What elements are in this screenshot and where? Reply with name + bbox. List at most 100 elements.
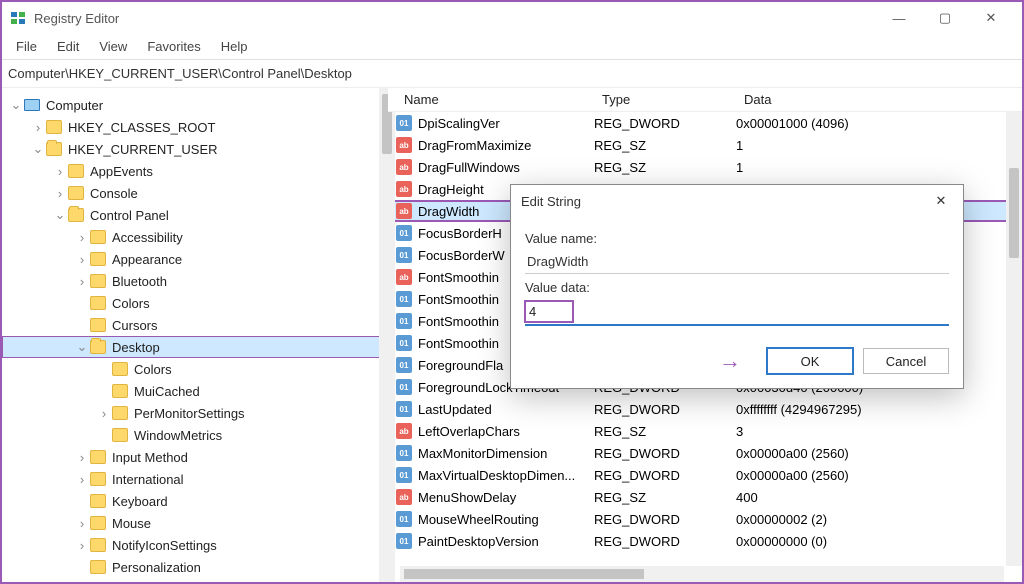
value-data-label: Value data: bbox=[525, 280, 949, 295]
tree-label: Desktop bbox=[112, 340, 160, 355]
titlebar: Registry Editor — ▢ ✕ bbox=[2, 2, 1022, 34]
value-row[interactable]: 01DpiScalingVerREG_DWORD0x00001000 (4096… bbox=[388, 112, 1022, 134]
minimize-button[interactable]: — bbox=[876, 2, 922, 34]
string-value-icon: ab bbox=[396, 181, 412, 197]
value-row[interactable]: abLeftOverlapCharsREG_SZ3 bbox=[388, 420, 1022, 442]
menu-view[interactable]: View bbox=[89, 35, 137, 58]
tree-label: WindowMetrics bbox=[134, 428, 222, 443]
value-row[interactable]: 01MaxVirtualDesktopDimen...REG_DWORD0x00… bbox=[388, 464, 1022, 486]
value-name: DragFullWindows bbox=[418, 160, 594, 175]
tree-item[interactable]: Colors bbox=[2, 292, 382, 314]
tree-item[interactable]: ›Bluetooth bbox=[2, 270, 382, 292]
value-name-field[interactable] bbox=[525, 250, 949, 274]
value-row[interactable]: abDragFromMaximizeREG_SZ1 bbox=[388, 134, 1022, 156]
value-type: REG_SZ bbox=[594, 160, 736, 175]
value-row[interactable]: abMenuShowDelayREG_SZ400 bbox=[388, 486, 1022, 508]
close-button[interactable]: ✕ bbox=[968, 2, 1014, 34]
tree-item[interactable]: Keyboard bbox=[2, 490, 382, 512]
tree-item[interactable]: ›International bbox=[2, 468, 382, 490]
dialog-title: Edit String bbox=[521, 194, 581, 209]
chevron-down-icon[interactable]: ⌄ bbox=[52, 207, 68, 223]
value-name: MouseWheelRouting bbox=[418, 512, 594, 527]
string-value-icon: ab bbox=[396, 269, 412, 285]
value-data: 400 bbox=[736, 490, 1022, 505]
folder-icon bbox=[68, 208, 84, 222]
tree-item[interactable]: ›Mouse bbox=[2, 512, 382, 534]
menu-help[interactable]: Help bbox=[211, 35, 258, 58]
tree-item[interactable]: ›NotifyIconSettings bbox=[2, 534, 382, 556]
chevron-down-icon[interactable]: ⌄ bbox=[74, 339, 90, 355]
cancel-button[interactable]: Cancel bbox=[863, 348, 949, 374]
chevron-right-icon[interactable]: › bbox=[74, 449, 90, 465]
computer-icon bbox=[24, 99, 40, 111]
string-value-icon: ab bbox=[396, 159, 412, 175]
value-type: REG_DWORD bbox=[594, 534, 736, 549]
values-h-scrollbar[interactable] bbox=[400, 566, 1004, 582]
tree-item[interactable]: Personalization bbox=[2, 556, 382, 578]
tree-item[interactable]: ›HKEY_CLASSES_ROOT bbox=[2, 116, 382, 138]
tree-item[interactable]: ›AppEvents bbox=[2, 160, 382, 182]
chevron-right-icon[interactable]: › bbox=[74, 515, 90, 531]
value-row[interactable]: 01LastUpdatedREG_DWORD0xffffffff (429496… bbox=[388, 398, 1022, 420]
folder-icon bbox=[90, 318, 106, 332]
tree-item[interactable]: MuiCached bbox=[2, 380, 382, 402]
dialog-close-icon[interactable]: ✕ bbox=[929, 189, 953, 213]
tree-item[interactable]: ›Appearance bbox=[2, 248, 382, 270]
menu-file[interactable]: File bbox=[6, 35, 47, 58]
value-name: DragFromMaximize bbox=[418, 138, 594, 153]
value-row[interactable]: ab DragFullWindowsREG_SZ1 bbox=[388, 156, 1022, 178]
value-data-field[interactable] bbox=[525, 301, 573, 322]
folder-icon bbox=[68, 186, 84, 200]
tree-item[interactable]: ›Accessibility bbox=[2, 226, 382, 248]
value-row[interactable]: 01MaxMonitorDimensionREG_DWORD0x00000a00… bbox=[388, 442, 1022, 464]
tree-item[interactable]: ⌄ Desktop bbox=[2, 336, 382, 358]
col-data[interactable]: Data bbox=[736, 89, 1022, 110]
folder-icon bbox=[90, 494, 106, 508]
chevron-down-icon[interactable]: ⌄ bbox=[8, 97, 24, 113]
chevron-down-icon[interactable]: ⌄ bbox=[30, 141, 46, 157]
binary-value-icon: 01 bbox=[396, 357, 412, 373]
col-name[interactable]: Name bbox=[396, 89, 594, 110]
value-type: REG_SZ bbox=[594, 424, 736, 439]
folder-icon bbox=[90, 340, 106, 354]
folder-icon bbox=[90, 274, 106, 288]
tree-label: Colors bbox=[134, 362, 172, 377]
tree-item[interactable]: WindowMetrics bbox=[2, 424, 382, 446]
chevron-right-icon[interactable]: › bbox=[74, 471, 90, 487]
chevron-right-icon[interactable]: › bbox=[52, 185, 68, 201]
binary-value-icon: 01 bbox=[396, 291, 412, 307]
chevron-right-icon[interactable]: › bbox=[74, 229, 90, 245]
chevron-right-icon[interactable]: › bbox=[52, 163, 68, 179]
binary-value-icon: 01 bbox=[396, 379, 412, 395]
tree-item[interactable]: Colors bbox=[2, 358, 382, 380]
tree-item[interactable]: Cursors bbox=[2, 314, 382, 336]
annotation-arrow-icon: → bbox=[719, 348, 741, 374]
chevron-right-icon[interactable]: › bbox=[74, 273, 90, 289]
tree-item[interactable]: ⌄Computer bbox=[2, 94, 382, 116]
folder-icon bbox=[90, 230, 106, 244]
value-row[interactable]: 01MouseWheelRoutingREG_DWORD0x00000002 (… bbox=[388, 508, 1022, 530]
tree-scrollbar[interactable] bbox=[379, 88, 395, 582]
value-data: 1 bbox=[736, 138, 1022, 153]
chevron-right-icon[interactable]: › bbox=[74, 251, 90, 267]
chevron-right-icon[interactable]: › bbox=[96, 405, 112, 421]
value-data: 1 bbox=[736, 160, 1022, 175]
tree-item[interactable]: ›Input Method bbox=[2, 446, 382, 468]
col-type[interactable]: Type bbox=[594, 89, 736, 110]
tree-item[interactable]: ⌄HKEY_CURRENT_USER bbox=[2, 138, 382, 160]
chevron-right-icon[interactable]: › bbox=[30, 119, 46, 135]
maximize-button[interactable]: ▢ bbox=[922, 2, 968, 34]
ok-button[interactable]: OK bbox=[767, 348, 853, 374]
menu-favorites[interactable]: Favorites bbox=[137, 35, 210, 58]
value-data: 0x00000a00 (2560) bbox=[736, 446, 1022, 461]
chevron-right-icon[interactable]: › bbox=[74, 537, 90, 553]
value-row[interactable]: 01PaintDesktopVersionREG_DWORD0x00000000… bbox=[388, 530, 1022, 552]
edit-string-dialog: Edit String ✕ Value name: Value data: → … bbox=[510, 184, 964, 389]
tree-item[interactable]: ›Console bbox=[2, 182, 382, 204]
tree-item[interactable]: ›PerMonitorSettings bbox=[2, 402, 382, 424]
values-scrollbar[interactable] bbox=[1006, 88, 1022, 566]
tree-item[interactable]: ⌄Control Panel bbox=[2, 204, 382, 226]
address-bar[interactable]: Computer\HKEY_CURRENT_USER\Control Panel… bbox=[2, 60, 1022, 88]
tree-panel[interactable]: ⌄Computer›HKEY_CLASSES_ROOT⌄HKEY_CURRENT… bbox=[2, 88, 382, 582]
menu-edit[interactable]: Edit bbox=[47, 35, 89, 58]
